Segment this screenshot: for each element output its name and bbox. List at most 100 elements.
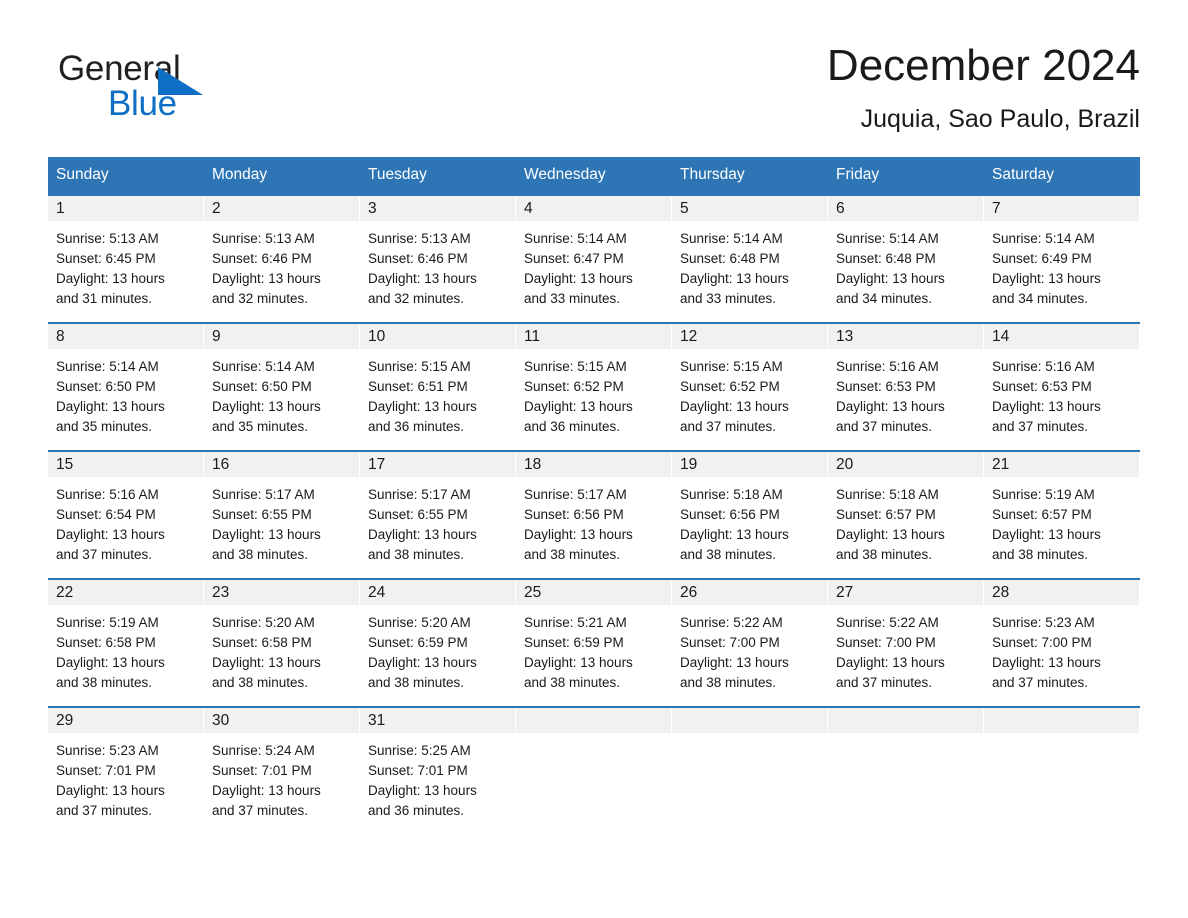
day-cell[interactable]: 4 Sunrise: 5:14 AM Sunset: 6:47 PM Daylight… [516,196,672,312]
daylight-text-line2: and 36 minutes. [368,419,465,434]
day-cell[interactable]: 15 Sunrise: 5:16 AM Sunset: 6:54 PM Dayligh… [48,452,204,568]
day-cell[interactable]: 28 Sunrise: 5:23 AM Sunset: 7:00 PM Dayligh… [984,580,1140,696]
daylight-text-line2: and 38 minutes. [212,547,309,562]
day-cell[interactable]: 27 Sunrise: 5:22 AM Sunset: 7:00 PM Dayligh… [828,580,984,696]
day-number-band: 7 [984,196,1140,221]
day-cell[interactable]: 26 Sunrise: 5:22 AM Sunset: 7:00 PM Dayligh… [672,580,828,696]
day-details: Sunrise: 5:23 AM Sunset: 7:00 PM Daylight:… [984,605,1140,693]
day-cell[interactable]: 31 Sunrise: 5:25 AM Sunset: 7:01 PM Dayligh… [360,708,516,824]
sunset-text: Sunset: 6:54 PM [56,507,156,522]
daylight-text-line2: and 38 minutes. [680,675,777,690]
day-number: 5 [680,200,689,217]
sunset-text: Sunset: 7:01 PM [368,763,468,778]
daylight-text-line1: Daylight: 13 hours [836,271,945,286]
day-details: Sunrise: 5:14 AM Sunset: 6:49 PM Daylight:… [984,221,1140,309]
day-number-band: 18 [516,452,672,477]
day-number: 31 [368,712,386,729]
day-details: Sunrise: 5:17 AM Sunset: 6:56 PM Daylight:… [516,477,672,565]
day-cell[interactable]: 24 Sunrise: 5:20 AM Sunset: 6:59 PM Dayligh… [360,580,516,696]
day-cell[interactable]: 21 Sunrise: 5:19 AM Sunset: 6:57 PM Dayligh… [984,452,1140,568]
day-number: 30 [212,712,230,729]
sunrise-text: Sunrise: 5:20 AM [368,615,471,630]
day-number-band: 15 [48,452,204,477]
day-cell[interactable]: 18 Sunrise: 5:17 AM Sunset: 6:56 PM Dayligh… [516,452,672,568]
day-cell[interactable]: 20 Sunrise: 5:18 AM Sunset: 6:57 PM Dayligh… [828,452,984,568]
day-cell[interactable]: 10 Sunrise: 5:15 AM Sunset: 6:51 PM Dayligh… [360,324,516,440]
day-details: Sunrise: 5:16 AM Sunset: 6:53 PM Daylight:… [828,349,984,437]
daylight-text-line2: and 38 minutes. [524,675,621,690]
day-cell[interactable]: 16 Sunrise: 5:17 AM Sunset: 6:55 PM Dayligh… [204,452,360,568]
day-cell-empty [516,708,672,824]
day-cell[interactable]: 1 Sunrise: 5:13 AM Sunset: 6:45 PM Daylight… [48,196,204,312]
daylight-text-line1: Daylight: 13 hours [992,655,1101,670]
day-cell[interactable]: 7 Sunrise: 5:14 AM Sunset: 6:49 PM Daylight… [984,196,1140,312]
sunset-text: Sunset: 6:50 PM [212,379,312,394]
day-cell[interactable]: 23 Sunrise: 5:20 AM Sunset: 6:58 PM Dayligh… [204,580,360,696]
page-subtitle: Juquia, Sao Paulo, Brazil [860,105,1140,133]
daylight-text-line1: Daylight: 13 hours [56,527,165,542]
day-cell[interactable]: 17 Sunrise: 5:17 AM Sunset: 6:55 PM Dayligh… [360,452,516,568]
day-number-band: 26 [672,580,828,605]
day-number: 16 [212,456,230,473]
daylight-text-line2: and 32 minutes. [368,291,465,306]
day-number-band: 6 [828,196,984,221]
daylight-text-line1: Daylight: 13 hours [524,271,633,286]
sunset-text: Sunset: 6:58 PM [56,635,156,650]
sunrise-text: Sunrise: 5:15 AM [680,359,783,374]
daylight-text-line1: Daylight: 13 hours [368,655,477,670]
daylight-text-line1: Daylight: 13 hours [680,527,789,542]
day-cell[interactable]: 13 Sunrise: 5:16 AM Sunset: 6:53 PM Dayligh… [828,324,984,440]
calendar-page: General Blue December 2024 Juquia, Sao P… [0,0,1188,918]
day-number: 13 [836,328,854,345]
weekday-header-thursday: Thursday [680,166,745,183]
day-details: Sunrise: 5:20 AM Sunset: 6:59 PM Daylight:… [360,605,516,693]
daylight-text-line2: and 38 minutes. [992,547,1089,562]
sunrise-text: Sunrise: 5:17 AM [524,487,627,502]
sunrise-text: Sunrise: 5:21 AM [524,615,627,630]
sunrise-text: Sunrise: 5:20 AM [212,615,315,630]
day-cell[interactable]: 11 Sunrise: 5:15 AM Sunset: 6:52 PM Dayligh… [516,324,672,440]
day-number: 1 [56,200,65,217]
sunset-text: Sunset: 6:55 PM [212,507,312,522]
daylight-text-line1: Daylight: 13 hours [368,783,477,798]
sunset-text: Sunset: 6:49 PM [992,251,1092,266]
generalblue-logo[interactable]: General Blue [58,50,318,130]
day-cell[interactable]: 25 Sunrise: 5:21 AM Sunset: 6:59 PM Dayligh… [516,580,672,696]
daylight-text-line1: Daylight: 13 hours [56,655,165,670]
day-number-band: 24 [360,580,516,605]
day-cell[interactable]: 9 Sunrise: 5:14 AM Sunset: 6:50 PM Daylight… [204,324,360,440]
day-cell[interactable]: 12 Sunrise: 5:15 AM Sunset: 6:52 PM Dayligh… [672,324,828,440]
sunset-text: Sunset: 6:59 PM [524,635,624,650]
day-details: Sunrise: 5:23 AM Sunset: 7:01 PM Daylight:… [48,733,204,821]
day-cell[interactable]: 3 Sunrise: 5:13 AM Sunset: 6:46 PM Daylight… [360,196,516,312]
day-details: Sunrise: 5:20 AM Sunset: 6:58 PM Daylight:… [204,605,360,693]
sunset-text: Sunset: 6:59 PM [368,635,468,650]
day-cell[interactable]: 29 Sunrise: 5:23 AM Sunset: 7:01 PM Dayligh… [48,708,204,824]
day-cell[interactable]: 19 Sunrise: 5:18 AM Sunset: 6:56 PM Dayligh… [672,452,828,568]
day-details: Sunrise: 5:13 AM Sunset: 6:46 PM Daylight:… [204,221,360,309]
day-cell[interactable]: 8 Sunrise: 5:14 AM Sunset: 6:50 PM Daylight… [48,324,204,440]
sunrise-text: Sunrise: 5:16 AM [56,487,159,502]
sunrise-text: Sunrise: 5:25 AM [368,743,471,758]
day-number: 6 [836,200,845,217]
sunset-text: Sunset: 6:52 PM [680,379,780,394]
day-cell[interactable]: 22 Sunrise: 5:19 AM Sunset: 6:58 PM Dayligh… [48,580,204,696]
day-cell[interactable]: 30 Sunrise: 5:24 AM Sunset: 7:01 PM Dayligh… [204,708,360,824]
weekday-header-sunday: Sunday [56,166,109,183]
sunset-text: Sunset: 6:57 PM [992,507,1092,522]
day-number-band: 19 [672,452,828,477]
daylight-text-line1: Daylight: 13 hours [212,399,321,414]
sunset-text: Sunset: 7:00 PM [992,635,1092,650]
day-cell[interactable]: 5 Sunrise: 5:14 AM Sunset: 6:48 PM Daylight… [672,196,828,312]
day-cell[interactable]: 2 Sunrise: 5:13 AM Sunset: 6:46 PM Daylight… [204,196,360,312]
day-number-band [828,708,984,733]
daylight-text-line1: Daylight: 13 hours [212,271,321,286]
sunrise-text: Sunrise: 5:13 AM [212,231,315,246]
day-number-band: 25 [516,580,672,605]
sunset-text: Sunset: 6:46 PM [212,251,312,266]
day-details: Sunrise: 5:14 AM Sunset: 6:50 PM Daylight:… [204,349,360,437]
day-cell[interactable]: 6 Sunrise: 5:14 AM Sunset: 6:48 PM Daylight… [828,196,984,312]
day-details: Sunrise: 5:22 AM Sunset: 7:00 PM Daylight:… [672,605,828,693]
weeks-container: 1 Sunrise: 5:13 AM Sunset: 6:45 PM Daylight… [48,194,1140,824]
day-cell[interactable]: 14 Sunrise: 5:16 AM Sunset: 6:53 PM Dayligh… [984,324,1140,440]
